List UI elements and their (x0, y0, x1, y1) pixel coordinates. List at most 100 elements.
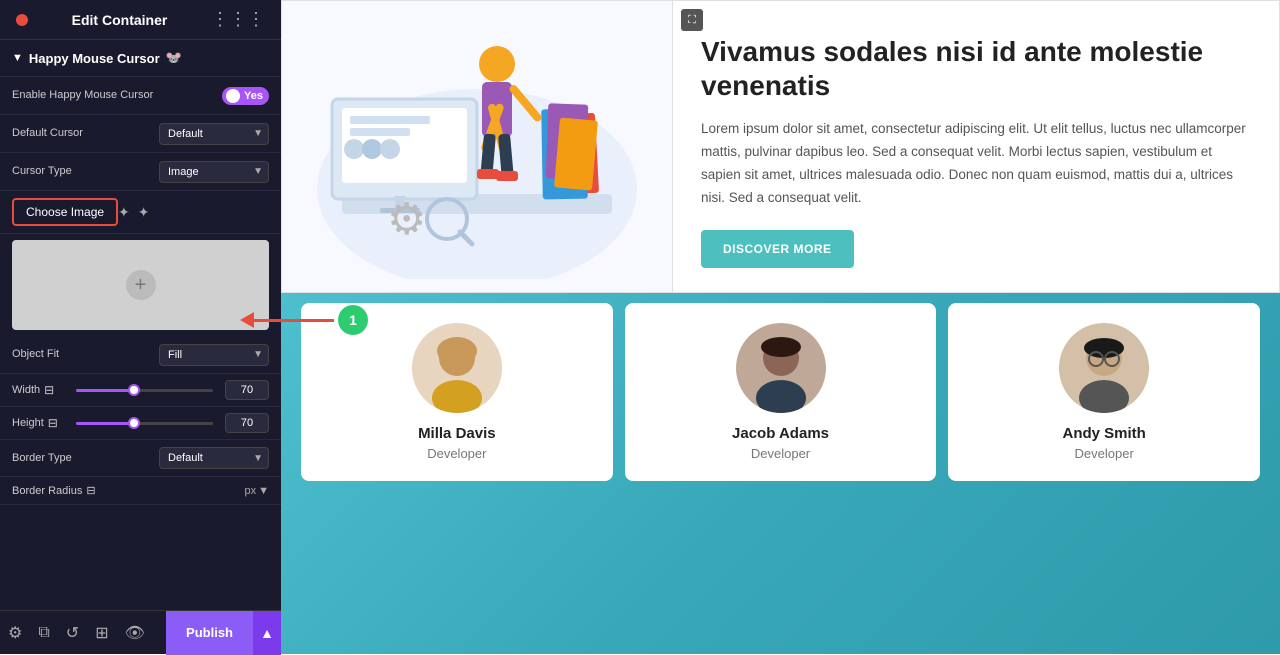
window-close-icon[interactable] (16, 14, 28, 26)
arrow-annotation: 1 (240, 305, 368, 335)
border-radius-monitor-icon: ⊟ (86, 484, 95, 497)
team-avatar-3 (1059, 323, 1149, 413)
height-monitor-icon: ⊟ (48, 416, 58, 430)
right-content: ⚙ ⛶ Vivamu (281, 0, 1280, 654)
team-avatar-2 (736, 323, 826, 413)
history-icon[interactable]: ↺ (66, 623, 79, 643)
height-slider-fill (76, 422, 131, 425)
team-card-3: Andy Smith Developer (948, 303, 1260, 481)
object-fit-select[interactable]: Fill Contain Cover (159, 344, 269, 366)
border-radius-unit: px (244, 485, 256, 497)
border-radius-dropdown-icon[interactable]: ▼ (258, 485, 269, 497)
layers-icon[interactable]: ⧉ (38, 624, 49, 642)
team-cards: Milla Davis Developer Jacob Adams Develo… (301, 293, 1260, 481)
enable-toggle-row: Enable Happy Mouse Cursor Yes (0, 77, 281, 115)
settings-icon[interactable]: ⚙ (8, 623, 22, 643)
image-edit-icon[interactable]: ✦ (118, 204, 130, 221)
plus-sign: + (135, 274, 147, 297)
cursor-type-label: Cursor Type (12, 164, 159, 178)
team-role-1: Developer (317, 446, 597, 461)
team-name-1: Milla Davis (317, 425, 597, 442)
toggle-yes-badge[interactable]: Yes (222, 87, 269, 105)
height-slider-thumb[interactable] (128, 417, 140, 429)
image-extra-icon[interactable]: ✦ (138, 204, 150, 221)
copy-icon[interactable]: ⊞ (95, 623, 108, 643)
avatar-svg-2 (736, 323, 826, 413)
team-section: Milla Davis Developer Jacob Adams Develo… (281, 293, 1280, 654)
arrow-head-icon (240, 312, 254, 328)
border-radius-text: Border Radius (12, 485, 82, 497)
arrow-shaft (254, 319, 334, 322)
footer-icon-group: ⚙ ⧉ ↺ ⊞ 👁 (0, 623, 166, 643)
svg-text:⚙: ⚙ (387, 195, 426, 244)
cursor-type-select[interactable]: Image Default Custom (159, 161, 269, 183)
panel-menu-icon[interactable]: ⋮⋮⋮ (211, 9, 265, 30)
height-slider-track-wrap (76, 422, 221, 425)
toggle-circle (226, 89, 240, 103)
width-slider-track-wrap (76, 389, 221, 392)
width-slider-thumb[interactable] (128, 384, 140, 396)
width-monitor-icon: ⊟ (44, 383, 54, 397)
hero-title: Vivamus sodales nisi id ante molestie ve… (701, 35, 1251, 102)
choose-image-button[interactable]: Choose Image (12, 198, 118, 226)
step-number: 1 (349, 312, 357, 328)
border-type-select[interactable]: Default Solid Dashed (159, 447, 269, 469)
default-cursor-label: Default Cursor (12, 126, 159, 140)
width-value-input[interactable]: 70 (225, 380, 269, 400)
publish-button[interactable]: Publish (166, 611, 253, 655)
hero-text-area: ⛶ Vivamus sodales nisi id ante molestie … (672, 1, 1279, 292)
image-icon-group: ✦ ✦ (118, 204, 149, 221)
hero-image-area: ⚙ (282, 1, 672, 292)
avatar-svg-1 (412, 323, 502, 413)
border-type-row: Border Type Default Solid Dashed ▼ (0, 440, 281, 477)
team-avatar-1 (412, 323, 502, 413)
hero-body: Lorem ipsum dolor sit amet, consectetur … (701, 118, 1251, 210)
border-radius-label: Border Radius ⊟ (12, 484, 244, 497)
section-arrow-icon: ▼ (12, 52, 23, 64)
object-fit-select-wrap: Fill Contain Cover ▼ (159, 344, 269, 366)
default-cursor-select[interactable]: Default (159, 123, 269, 145)
left-panel: Edit Container ⋮⋮⋮ ▼ Happy Mouse Cursor … (0, 0, 281, 654)
border-type-label: Border Type (12, 451, 159, 465)
object-fit-row: Object Fit Fill Contain Cover ▼ (0, 336, 281, 374)
width-slider-fill (76, 389, 131, 392)
panel-content: ▼ Happy Mouse Cursor 🐭 Enable Happy Mous… (0, 40, 281, 654)
team-name-3: Andy Smith (964, 425, 1244, 442)
border-radius-row: Border Radius ⊟ px ▼ (0, 477, 281, 505)
panel-footer: ⚙ ⧉ ↺ ⊞ 👁 Publish ▲ (0, 610, 281, 654)
expand-symbol: ⛶ (688, 14, 696, 27)
expand-icon[interactable]: ⛶ (681, 9, 703, 31)
width-slider-track[interactable] (76, 389, 213, 392)
border-type-select-wrap: Default Solid Dashed ▼ (159, 447, 269, 469)
width-label: Width ⊟ (12, 383, 72, 397)
cursor-type-row: Cursor Type Image Default Custom ▼ (0, 153, 281, 191)
choose-image-row: Choose Image ✦ ✦ (0, 191, 281, 234)
discover-more-button[interactable]: DISCOVER MORE (701, 230, 854, 268)
team-role-2: Developer (641, 446, 921, 461)
height-row: Height ⊟ 70 (0, 407, 281, 440)
enable-label: Enable Happy Mouse Cursor (12, 88, 222, 102)
default-cursor-select-wrap: Default ▼ (159, 123, 269, 145)
enable-toggle[interactable]: Yes (222, 87, 269, 105)
width-row: Width ⊟ 70 (0, 374, 281, 407)
section-emoji: 🐭 (166, 50, 182, 66)
width-text: Width (12, 384, 40, 396)
publish-chevron-button[interactable]: ▲ (253, 611, 281, 655)
step-circle: 1 (338, 305, 368, 335)
team-card-2: Jacob Adams Developer (625, 303, 937, 481)
team-name-2: Jacob Adams (641, 425, 921, 442)
section-header[interactable]: ▼ Happy Mouse Cursor 🐭 (0, 40, 281, 77)
height-value-input[interactable]: 70 (225, 413, 269, 433)
height-label: Height ⊟ (12, 416, 72, 430)
cursor-type-select-wrap: Image Default Custom ▼ (159, 161, 269, 183)
panel-title: Edit Container (72, 12, 168, 28)
object-fit-label: Object Fit (12, 347, 159, 361)
panel-header: Edit Container ⋮⋮⋮ (0, 0, 281, 40)
eye-icon[interactable]: 👁 (125, 623, 145, 643)
toggle-yes-label: Yes (244, 90, 263, 102)
add-image-icon: + (126, 270, 156, 300)
image-placeholder[interactable]: + (12, 240, 269, 330)
height-slider-track[interactable] (76, 422, 213, 425)
default-cursor-row: Default Cursor Default ▼ (0, 115, 281, 153)
avatar-svg-3 (1059, 323, 1149, 413)
